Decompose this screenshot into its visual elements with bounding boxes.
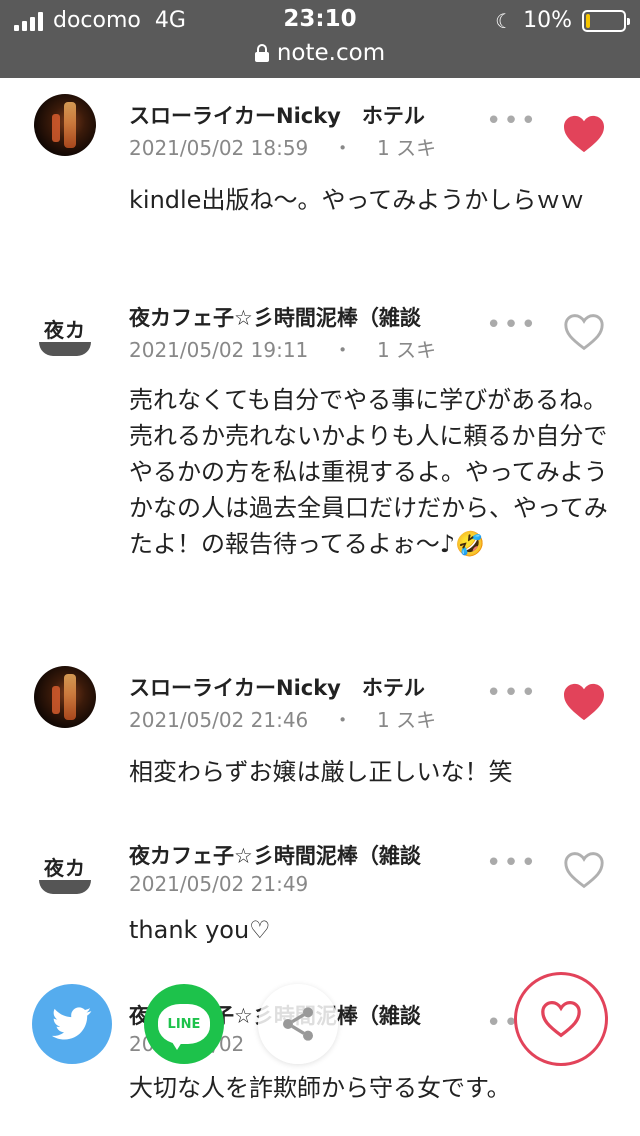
avatar-logo-text: 夜カ <box>44 318 86 342</box>
battery-level <box>586 13 590 28</box>
twitter-share-button[interactable] <box>32 984 112 1064</box>
comment-author[interactable]: 夜カフェ子☆彡時間泥棒（雑談 <box>129 840 451 870</box>
avatar[interactable]: 夜カ <box>34 302 96 364</box>
line-share-button[interactable]: LINE <box>144 984 224 1064</box>
comment-meta: 2021/05/02 19:11 ・ 1 スキ <box>129 334 436 363</box>
device-status: ☾ 10% <box>495 8 630 33</box>
line-label: LINE <box>167 1016 201 1032</box>
comment-meta: 2021/05/02 21:46 ・ 1 スキ <box>129 704 436 733</box>
meta-separator: ・ <box>332 136 353 160</box>
status-bar: docomo 4G 23:10 note.com ☾ 10% <box>0 0 640 78</box>
lock-icon <box>254 44 269 62</box>
twitter-bird-icon <box>52 1007 92 1040</box>
avatar[interactable] <box>34 94 96 156</box>
battery-icon <box>582 9 630 32</box>
line-icon: LINE <box>158 1004 210 1050</box>
more-options-icon[interactable]: ••• <box>486 310 538 340</box>
comment-date: 2021/05/02 21:46 <box>129 708 309 732</box>
share-icon <box>283 1007 313 1041</box>
comment-date: 2021/05/02 19:11 <box>129 338 309 362</box>
comment-meta: 2021/05/02 18:59 ・ 1 スキ <box>129 132 436 161</box>
avatar-logo-text: 夜カ <box>44 856 86 880</box>
cup-icon <box>39 880 91 894</box>
cup-icon <box>39 342 91 356</box>
comment-body: 大切な人を詐欺師から守る女です。 <box>129 1074 511 1102</box>
heart-filled-icon[interactable] <box>562 114 606 154</box>
meta-separator: ・ <box>332 338 353 362</box>
comment-body: kindle出版ね〜。やってみようかしらｗｗ <box>129 186 585 214</box>
heart-filled-icon[interactable] <box>562 682 606 722</box>
avatar[interactable] <box>34 666 96 728</box>
more-options-icon[interactable]: ••• <box>486 848 538 878</box>
like-count: 1 スキ <box>377 136 437 160</box>
heart-outline-icon[interactable] <box>562 312 606 352</box>
comment-author[interactable]: スローライカーNicky ホテル <box>129 672 451 702</box>
moon-icon: ☾ <box>495 8 514 33</box>
comment-date: 2021/05/02 18:59 <box>129 136 309 160</box>
comment-author[interactable]: スローライカーNicky ホテル <box>129 100 451 130</box>
comment-body: 相変わらずお嬢は厳し正しいな！笑 <box>129 758 513 786</box>
url-text: note.com <box>276 40 386 66</box>
like-count: 1 スキ <box>377 708 437 732</box>
comment-body: thank you♡ <box>129 916 271 944</box>
comment-date: 2021/05/02 21:49 <box>129 872 309 896</box>
share-button[interactable] <box>258 984 338 1064</box>
more-options-icon[interactable]: ••• <box>486 678 538 708</box>
battery-percent: 10% <box>523 8 572 33</box>
comment-author[interactable]: 夜カフェ子☆彡時間泥棒（雑談 <box>129 302 451 332</box>
address-bar[interactable]: note.com <box>0 40 640 66</box>
comment-body: 売れなくても自分でやる事に学びがあるね。売れるか売れないかよりも人に頼るか自分で… <box>129 386 608 558</box>
more-options-icon[interactable]: ••• <box>486 106 538 136</box>
like-article-button[interactable] <box>514 972 608 1066</box>
heart-outline-icon[interactable] <box>562 850 606 890</box>
meta-separator: ・ <box>332 708 353 732</box>
avatar[interactable]: 夜カ <box>34 840 96 902</box>
comment-meta: 2021/05/02 21:49 <box>129 872 308 896</box>
like-count: 1 スキ <box>377 338 437 362</box>
heart-outline-icon <box>541 1000 581 1038</box>
